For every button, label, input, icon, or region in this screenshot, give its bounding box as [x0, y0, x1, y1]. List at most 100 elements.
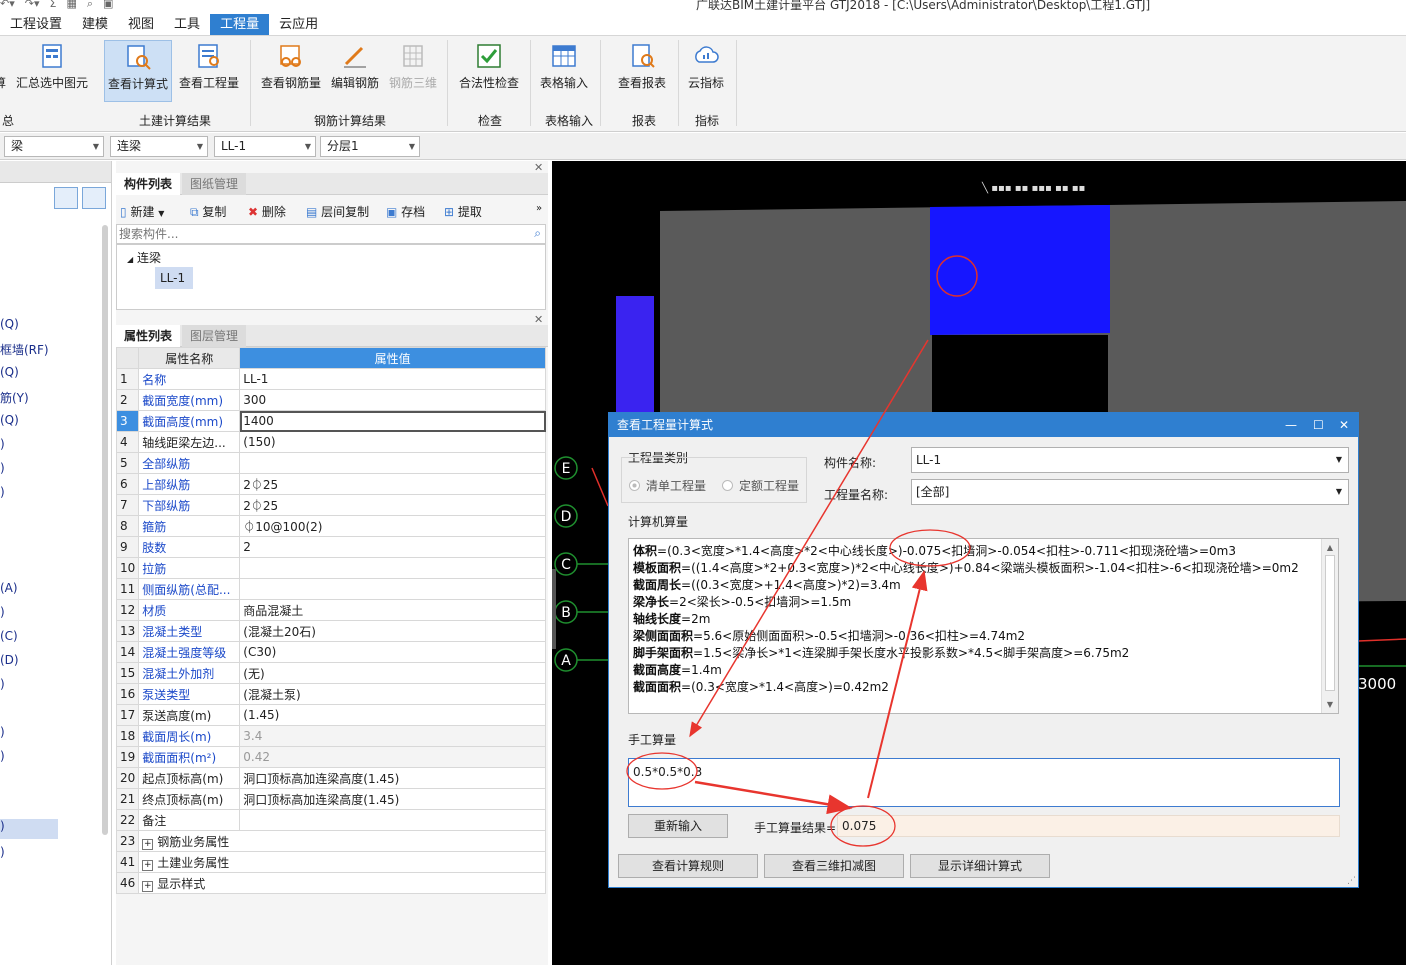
table-row[interactable]: 21 终点顶标高(m) 洞口顶标高加连梁高度(1.45) — [115, 788, 546, 810]
table-input-button[interactable]: 表格输入 — [536, 40, 592, 102]
sum-icon[interactable]: Σ — [50, 0, 57, 11]
copy-button[interactable]: ⧉ 复制 — [190, 203, 226, 220]
view-report-button[interactable]: 查看报表 — [612, 40, 672, 102]
table-row[interactable]: 19 截面面积(m²) 0.42 — [115, 746, 546, 768]
select-icon[interactable]: ▦ — [66, 0, 76, 11]
show-detail-formula-button[interactable]: 显示详细计算式 — [910, 854, 1050, 878]
property-value-editing[interactable]: 1400 — [239, 410, 546, 432]
scrollbar[interactable]: ▲ ▼ — [1321, 539, 1338, 713]
property-value[interactable]: (150) — [239, 431, 546, 453]
menu-quantities[interactable]: 工程量 — [210, 14, 270, 35]
tab-component-list[interactable]: 构件列表 — [116, 173, 181, 195]
close-icon[interactable]: ✕ — [1339, 413, 1349, 437]
legality-check-button[interactable]: 合法性检查 — [454, 40, 524, 102]
tree-item[interactable]: ) — [0, 725, 5, 739]
table-row[interactable]: 11 侧面纵筋(总配... — [115, 578, 546, 600]
tree-item[interactable]: 筋(Y) — [0, 389, 29, 406]
table-row[interactable]: 13 混凝土类型 (混凝土20石) — [115, 620, 546, 642]
menu-tools[interactable]: 工具 — [164, 14, 210, 35]
property-value[interactable] — [239, 557, 546, 579]
property-group[interactable]: + 显示样式 — [138, 872, 546, 894]
component-name-select[interactable]: LL-1 ▼ — [911, 447, 1349, 473]
expand-icon[interactable]: + — [142, 880, 154, 892]
more-icon[interactable]: » — [536, 203, 542, 214]
computer-calc-text[interactable]: 体积=(0.3<宽度>*1.4<高度>*2<中心线长度>)-0.075<扣墙洞>… — [628, 538, 1339, 714]
list-view-icon[interactable] — [54, 187, 78, 209]
menu-view[interactable]: 视图 — [118, 14, 164, 35]
view-quantity-button[interactable]: 查看工程量 — [176, 40, 242, 102]
collapse-icon[interactable]: ◢ — [127, 255, 133, 264]
extract-button[interactable]: ⊞ 提取 — [444, 203, 482, 220]
table-row[interactable]: 15 混凝土外加剂 (无) — [115, 662, 546, 684]
table-row-selected[interactable]: 3 截面高度(mm) 1400 — [115, 410, 546, 432]
table-row[interactable]: 8 箍筋 ⏀10@100(2) — [115, 515, 546, 537]
tool-icon[interactable]: ▣ — [103, 0, 113, 11]
minimize-icon[interactable]: — — [1285, 413, 1297, 437]
maximize-icon[interactable]: ☐ — [1313, 413, 1324, 437]
tree-item[interactable]: (A) — [0, 581, 18, 595]
scroll-down-icon[interactable]: ▼ — [1322, 696, 1338, 713]
tree-item-selected[interactable]: ) — [0, 819, 58, 839]
property-value[interactable]: 商品混凝土 — [239, 599, 546, 621]
table-row[interactable]: 14 混凝土强度等级 (C30) — [115, 641, 546, 663]
tree-item[interactable]: (D) — [0, 653, 19, 667]
table-row-group[interactable]: 41 + 土建业务属性 — [115, 851, 546, 873]
property-group[interactable]: + 钢筋业务属性 — [138, 830, 546, 852]
property-value[interactable]: (无) — [239, 662, 546, 684]
table-row[interactable]: 22 备注 — [115, 809, 546, 831]
radio-quota-quantity[interactable]: 定额工程量 — [722, 477, 799, 494]
table-row[interactable]: 20 起点顶标高(m) 洞口顶标高加连梁高度(1.45) — [115, 767, 546, 789]
splitter-handle[interactable] — [552, 569, 556, 649]
table-row[interactable]: 4 轴线距梁左边... (150) — [115, 431, 546, 453]
resize-grip-icon[interactable]: ⋰ — [1347, 876, 1356, 886]
table-row[interactable]: 12 材质 商品混凝土 — [115, 599, 546, 621]
component-select[interactable]: LL-1 ▼ — [214, 136, 316, 157]
view-calc-rules-button[interactable]: 查看计算规则 — [618, 854, 758, 878]
expand-icon[interactable]: + — [142, 838, 154, 850]
property-value[interactable]: (混凝土泵) — [239, 683, 546, 705]
tab-layer-management[interactable]: 图层管理 — [182, 325, 247, 347]
tree-item[interactable]: ) — [0, 845, 5, 859]
expand-icon[interactable]: + — [142, 859, 154, 871]
find-icon[interactable]: ⌕ — [87, 0, 93, 11]
tree-item[interactable]: ) — [0, 605, 5, 619]
property-value[interactable]: (混凝土20石) — [239, 620, 546, 642]
view-formula-button[interactable]: 查看计算式 — [104, 40, 172, 102]
new-button[interactable]: ▯ 新建 ▼ — [120, 203, 164, 220]
tree-item[interactable]: ) — [0, 461, 5, 475]
table-row[interactable]: 2 截面宽度(mm) 300 — [115, 389, 546, 411]
tree-item[interactable]: ) — [0, 485, 5, 499]
component-search[interactable]: ⌕ — [116, 224, 546, 244]
scroll-thumb[interactable] — [1325, 555, 1335, 691]
table-row[interactable]: 1 名称 LL-1 — [115, 368, 546, 390]
property-value[interactable]: LL-1 — [239, 368, 546, 390]
radio-list-quantity[interactable]: 清单工程量 — [629, 477, 706, 494]
view-rebar-button[interactable]: 查看钢筋量 — [258, 40, 324, 102]
property-value[interactable] — [239, 809, 546, 831]
card-view-icon[interactable] — [82, 187, 106, 209]
reinput-button[interactable]: 重新输入 — [628, 814, 728, 838]
scrollbar[interactable] — [102, 225, 108, 835]
tree-item[interactable]: (Q) — [0, 317, 19, 331]
table-row[interactable]: 17 泵送高度(m) (1.45) — [115, 704, 546, 726]
table-row[interactable]: 9 肢数 2 — [115, 536, 546, 558]
edit-rebar-button[interactable]: 编辑钢筋 — [328, 40, 382, 102]
property-value[interactable]: 300 — [239, 389, 546, 411]
tab-property-list[interactable]: 属性列表 — [116, 325, 181, 347]
undo-icon[interactable]: ↶▾ — [0, 0, 15, 11]
table-row[interactable]: 7 下部纵筋 2⏀25 — [115, 494, 546, 516]
property-value[interactable]: (C30) — [239, 641, 546, 663]
manual-input[interactable]: 0.5*0.5*0.3 — [628, 758, 1340, 807]
tree-item[interactable]: ) — [0, 437, 5, 451]
property-value[interactable]: 洞口顶标高加连梁高度(1.45) — [239, 767, 546, 789]
tree-item[interactable]: ) — [0, 677, 5, 691]
table-row[interactable]: 10 拉筋 — [115, 557, 546, 579]
redo-icon[interactable]: ↷▾ — [25, 0, 40, 11]
tab-drawing-management[interactable]: 图纸管理 — [182, 173, 247, 195]
type-select[interactable]: 梁 ▼ — [4, 136, 104, 157]
property-value[interactable]: 2 — [239, 536, 546, 558]
table-row[interactable]: 16 泵送类型 (混凝土泵) — [115, 683, 546, 705]
rebar-3d-button[interactable]: 钢筋三维 — [386, 40, 440, 102]
menu-cloud-apps[interactable]: 云应用 — [269, 14, 328, 35]
menu-project-settings[interactable]: 工程设置 — [0, 14, 72, 35]
